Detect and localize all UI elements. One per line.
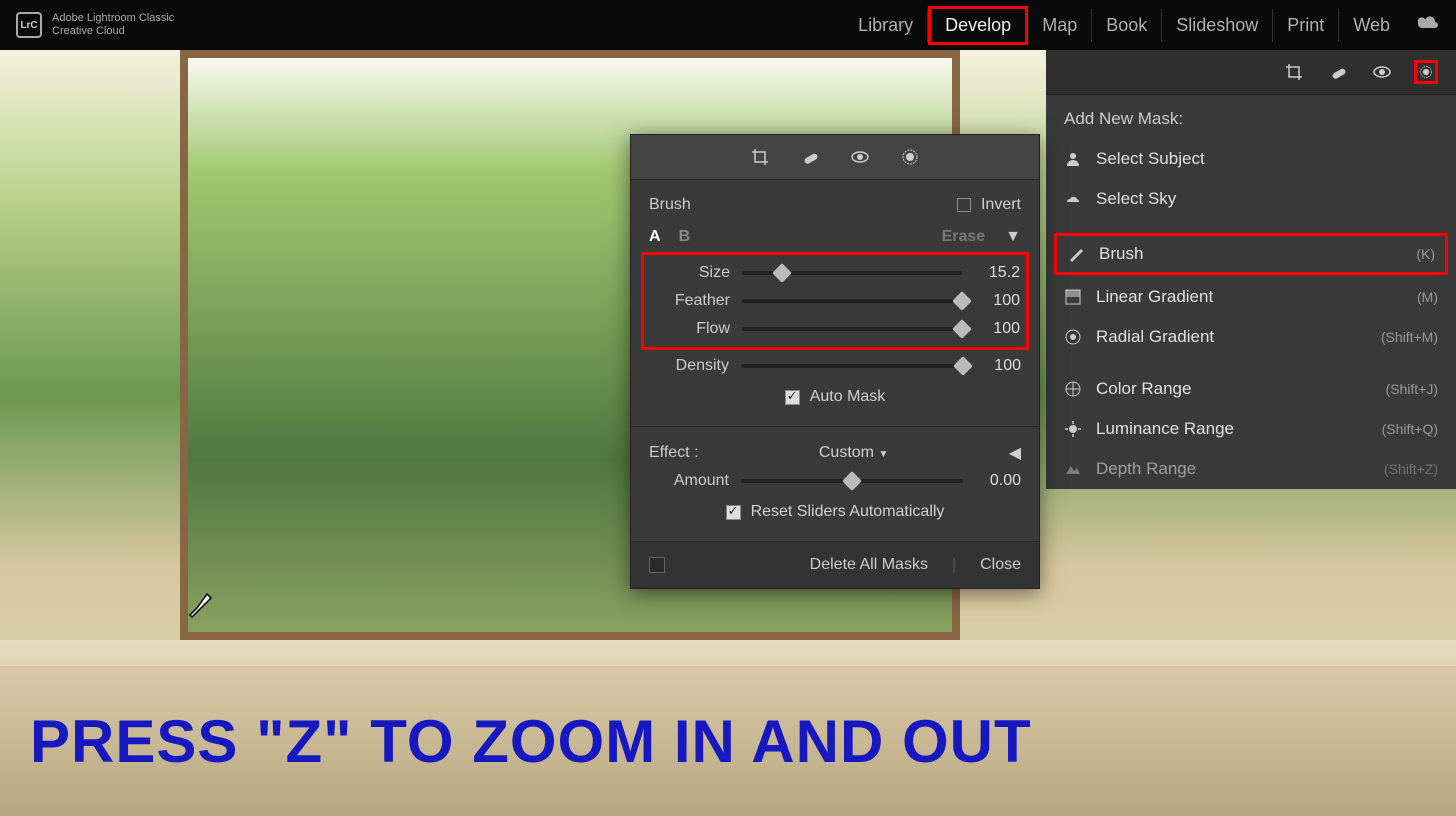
mask-label: Linear Gradient (1096, 287, 1213, 307)
mask-label: Select Subject (1096, 149, 1205, 169)
mask-shortcut: (K) (1416, 246, 1435, 262)
masking-tool-icon[interactable] (898, 145, 922, 169)
subject-icon (1064, 150, 1082, 168)
logo-area: LrC Adobe Lightroom Classic Creative Clo… (16, 12, 174, 38)
mask-label: Depth Range (1096, 459, 1196, 479)
auto-mask-label: Auto Mask (810, 388, 886, 406)
masking-tool-icon[interactable] (1414, 60, 1438, 84)
mask-shortcut: (Shift+Q) (1382, 421, 1438, 437)
app-logo: LrC (16, 12, 42, 38)
mask-label: Luminance Range (1096, 419, 1234, 439)
mask-radial-gradient[interactable]: Radial Gradient (Shift+M) (1046, 317, 1456, 357)
brush-disclosure-icon[interactable]: ▼ (1005, 228, 1021, 246)
crop-tool-icon[interactable] (1282, 60, 1306, 84)
nav-map[interactable]: Map (1028, 9, 1092, 42)
nav-web[interactable]: Web (1339, 9, 1404, 42)
invert-checkbox[interactable] (957, 198, 971, 212)
brush-icon (1067, 245, 1085, 263)
cloud-icon[interactable] (1418, 15, 1440, 36)
heal-tool-icon[interactable] (798, 145, 822, 169)
mask-select-sky[interactable]: Select Sky (1046, 179, 1456, 219)
module-nav: Library Develop Map Book Slideshow Print… (844, 6, 1440, 45)
crop-tool-icon[interactable] (748, 145, 772, 169)
app-title-line1: Adobe Lightroom Classic (52, 12, 174, 25)
canvas-area[interactable]: PRESS "Z" TO ZOOM IN AND OUT Add New Mas… (0, 50, 1456, 816)
density-slider[interactable]: Density 100 (649, 352, 1021, 380)
flow-label: Flow (650, 320, 730, 338)
brush-erase[interactable]: Erase (942, 228, 986, 246)
nav-slideshow[interactable]: Slideshow (1162, 9, 1273, 42)
mask-label: Select Sky (1096, 189, 1176, 209)
redeye-tool-icon[interactable] (1370, 60, 1394, 84)
brush-ab-selector[interactable]: A B (649, 228, 690, 246)
mask-side-panel: Add New Mask: Select Subject Select Sky … (1046, 50, 1456, 489)
effect-disclosure-icon[interactable]: ◀ (1009, 443, 1021, 463)
reset-sliders-label: Reset Sliders Automatically (751, 503, 945, 521)
size-label: Size (650, 264, 730, 282)
reset-sliders-checkbox[interactable] (726, 505, 741, 520)
redeye-tool-icon[interactable] (848, 145, 872, 169)
feather-slider[interactable]: Feather 100 (650, 287, 1020, 315)
size-value: 15.2 (974, 264, 1020, 282)
app-title-line2: Creative Cloud (52, 25, 174, 38)
brush-title: Brush (649, 196, 691, 214)
flow-slider[interactable]: Flow 100 (650, 315, 1020, 343)
mask-shortcut: (Shift+J) (1385, 381, 1438, 397)
effect-label: Effect : (649, 444, 699, 462)
invert-label: Invert (981, 196, 1021, 214)
mask-shortcut: (M) (1417, 289, 1438, 305)
mask-brush[interactable]: Brush (K) (1054, 233, 1448, 275)
mask-label: Color Range (1096, 379, 1191, 399)
density-label: Density (649, 357, 729, 375)
feather-value: 100 (974, 292, 1020, 310)
brush-panel: Brush Invert A B Erase ▼ Size (630, 134, 1040, 589)
brush-panel-tools (631, 135, 1039, 180)
mask-label: Radial Gradient (1096, 327, 1214, 347)
brush-cursor-icon (185, 590, 215, 620)
brush-b[interactable]: B (679, 228, 691, 246)
mask-label: Brush (1099, 244, 1143, 264)
auto-mask-checkbox[interactable] (785, 390, 800, 405)
mask-select-subject[interactable]: Select Subject (1046, 139, 1456, 179)
size-slider[interactable]: Size 15.2 (650, 259, 1020, 287)
color-range-icon (1064, 380, 1082, 398)
depth-icon (1064, 460, 1082, 478)
nav-develop[interactable]: Develop (928, 6, 1028, 45)
radial-gradient-icon (1064, 328, 1082, 346)
linear-gradient-icon (1064, 288, 1082, 306)
luminance-icon (1064, 420, 1082, 438)
tutorial-caption: PRESS "Z" TO ZOOM IN AND OUT (30, 707, 1032, 776)
brush-a[interactable]: A (649, 228, 661, 246)
mask-linear-gradient[interactable]: Linear Gradient (M) (1046, 277, 1456, 317)
heal-tool-icon[interactable] (1326, 60, 1350, 84)
flow-value: 100 (974, 320, 1020, 338)
amount-value: 0.00 (975, 472, 1021, 490)
amount-slider[interactable]: Amount 0.00 (649, 467, 1021, 495)
mask-panel-header: Add New Mask: (1046, 95, 1456, 139)
mask-color-range[interactable]: Color Range (Shift+J) (1046, 369, 1456, 409)
amount-label: Amount (649, 472, 729, 490)
feather-label: Feather (650, 292, 730, 310)
app-title: Adobe Lightroom Classic Creative Cloud (52, 12, 174, 38)
density-value: 100 (975, 357, 1021, 375)
overlay-toggle[interactable] (649, 557, 665, 573)
top-bar: LrC Adobe Lightroom Classic Creative Clo… (0, 0, 1456, 50)
tool-strip (1046, 50, 1456, 95)
nav-book[interactable]: Book (1092, 9, 1162, 42)
nav-print[interactable]: Print (1273, 9, 1339, 42)
nav-library[interactable]: Library (844, 9, 928, 42)
delete-all-masks-button[interactable]: Delete All Masks (810, 556, 928, 574)
mask-shortcut: (Shift+M) (1381, 329, 1438, 345)
mask-luminance-range[interactable]: Luminance Range (Shift+Q) (1046, 409, 1456, 449)
mask-shortcut: (Shift+Z) (1384, 461, 1438, 477)
sky-icon (1064, 190, 1082, 208)
mask-depth-range[interactable]: Depth Range (Shift+Z) (1046, 449, 1456, 489)
close-button[interactable]: Close (980, 556, 1021, 574)
effect-dropdown[interactable]: Custom ▼ (819, 444, 888, 461)
